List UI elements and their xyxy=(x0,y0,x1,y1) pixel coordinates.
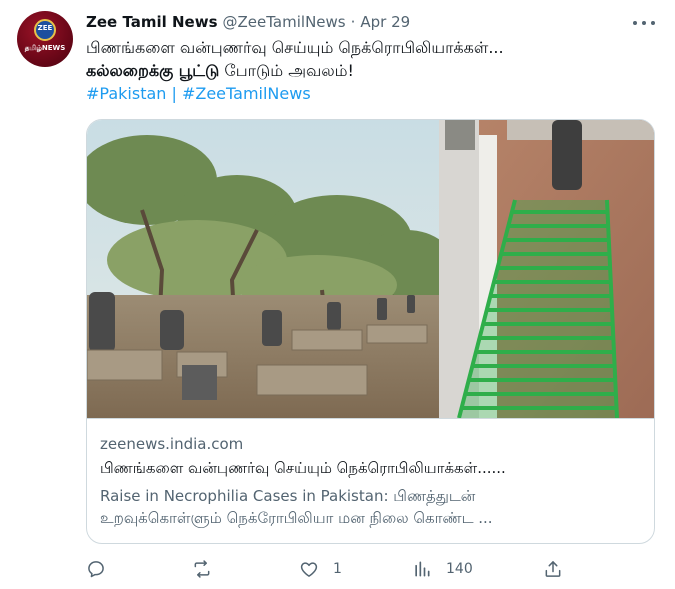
like-count: 1 xyxy=(333,561,342,577)
more-dot-icon xyxy=(642,21,646,25)
avatar-sub-text: தமிழ்NEWS xyxy=(24,44,66,52)
views-icon xyxy=(415,561,430,577)
tweet-text-bold: கல்லறைக்கு பூட்டு xyxy=(86,61,220,80)
card-domain: zeenews.india.com xyxy=(100,435,244,453)
retweet-icon xyxy=(194,560,210,578)
tweet-header: Zee Tamil News @ZeeTamilNews · Apr 29 xyxy=(86,11,410,33)
retweet-button[interactable] xyxy=(192,556,212,582)
graveyard-photo xyxy=(87,120,654,418)
tweet-date[interactable]: Apr 29 xyxy=(360,13,410,31)
tweet-text-rest: போடும் அவலம்! xyxy=(219,61,354,80)
card-description: Raise in Necrophilia Cases in Pakistan: … xyxy=(100,485,640,529)
author-name[interactable]: Zee Tamil News xyxy=(86,13,218,31)
heart-icon xyxy=(300,562,318,577)
tweet-text-line2: கல்லறைக்கு பூட்டு போடும் அவலம்! xyxy=(86,60,354,82)
avatar[interactable]: ZEE தமிழ்NEWS xyxy=(17,11,73,67)
card-description-line1: Raise in Necrophilia Cases in Pakistan: … xyxy=(100,487,476,505)
hashtag-pakistan[interactable]: #Pakistan xyxy=(86,84,166,103)
hashtags: #Pakistan | #ZeeTamilNews xyxy=(86,83,311,105)
share-button[interactable] xyxy=(543,556,563,582)
avatar-logo-text: ZEE xyxy=(37,24,53,32)
tweet-text-line1: பிணங்களை வன்புணர்வு செய்யும் நெக்ரொபிலிய… xyxy=(86,38,504,57)
card-meta[interactable]: zeenews.india.com பிணங்களை வன்புணர்வு செ… xyxy=(87,418,654,543)
tweet[interactable]: ZEE தமிழ்NEWS Zee Tamil News @ZeeTamilNe… xyxy=(0,0,675,589)
more-dot-icon xyxy=(633,21,637,25)
more-options-button[interactable] xyxy=(633,13,655,33)
like-button[interactable]: 1 xyxy=(299,556,342,582)
views-button[interactable]: 140 xyxy=(412,556,473,582)
card-description-line2: உறவுக்கொள்ளும் நெக்ரோபிலியா மன நிலை கொண்… xyxy=(100,509,493,527)
link-card[interactable]: zeenews.india.com பிணங்களை வன்புணர்வு செ… xyxy=(86,119,655,544)
card-title: பிணங்களை வன்புணர்வு செய்யும் நெக்ரொபிலிய… xyxy=(100,459,506,477)
author-handle[interactable]: @ZeeTamilNews xyxy=(223,13,346,31)
more-dot-icon xyxy=(651,21,655,25)
card-image[interactable] xyxy=(87,120,654,418)
hashtag-separator: | xyxy=(166,84,182,103)
hashtag-zeetamilnews[interactable]: #ZeeTamilNews xyxy=(182,84,311,103)
header-separator: · xyxy=(350,13,356,31)
reply-icon xyxy=(88,561,104,578)
reply-button[interactable] xyxy=(86,556,106,582)
views-count: 140 xyxy=(446,561,473,577)
action-bar: 1 140 xyxy=(86,556,655,582)
share-icon xyxy=(545,561,561,577)
